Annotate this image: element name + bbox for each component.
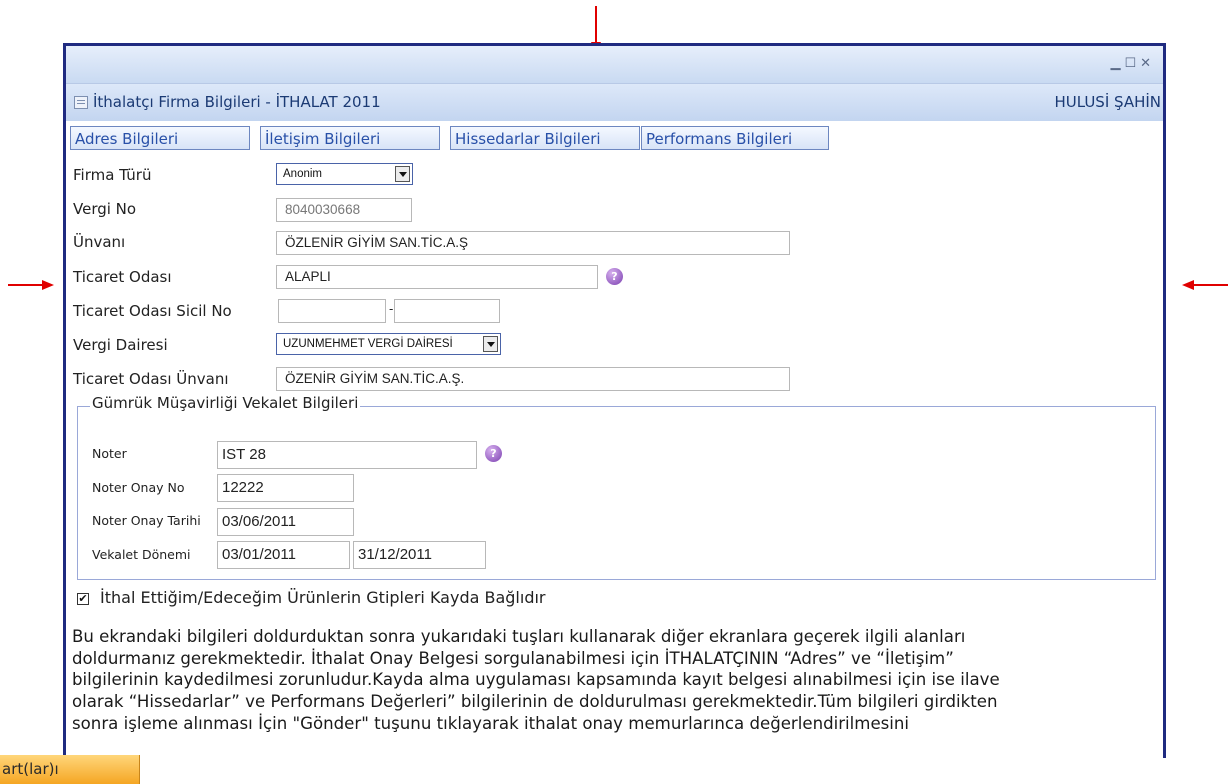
maximize-icon[interactable]: ☐ — [1124, 56, 1140, 71]
window-top-bar: ▁☐✕ — [66, 46, 1163, 83]
vekalet-donemi-label: Vekalet Dönemi — [92, 547, 191, 562]
title-bar: İthalatçı Firma Bilgileri - İTHALAT 2011… — [66, 83, 1163, 121]
tab-iletisim-bilgileri[interactable]: İletişim Bilgileri — [260, 126, 440, 150]
vergi-dairesi-select[interactable]: UZUNMEHMET VERGİ DAİRESİ — [276, 333, 501, 355]
tab-hissedarlar-bilgileri[interactable]: Hissedarlar Bilgileri — [450, 126, 640, 150]
vekalet-donemi-start[interactable]: 03/01/2011 — [217, 541, 350, 569]
help-icon[interactable]: ? — [606, 268, 623, 285]
help-icon[interactable]: ? — [485, 445, 502, 462]
info-line: olarak “Hissedarlar” ve Performans Değer… — [72, 692, 998, 712]
noter-field[interactable]: IST 28 — [217, 441, 477, 469]
gtip-checkbox-label: İthal Ettiğim/Edeceğim Ürünlerin Gtipler… — [100, 588, 546, 607]
vergi-no-label: Vergi No — [73, 200, 137, 218]
info-line: doldurmanız gerekmektedir. İthalat Onay … — [72, 648, 954, 668]
info-line: bilgilerinin kaydedilmesi zorunludur.Kay… — [72, 670, 1000, 690]
chevron-down-icon[interactable] — [395, 166, 410, 182]
unvani-field[interactable]: ÖZLENİR GİYİM SAN.TİC.A.Ş — [276, 231, 790, 255]
minimize-icon[interactable]: ▁ — [1110, 56, 1124, 71]
window-icon — [74, 96, 88, 109]
vergi-dairesi-label: Vergi Dairesi — [73, 336, 168, 354]
noter-onay-tarihi-label: Noter Onay Tarihi — [92, 513, 201, 528]
sicil-no-field-1[interactable] — [278, 299, 386, 323]
vergi-no-field[interactable]: 8040030668 — [276, 198, 412, 222]
sicil-no-label: Ticaret Odası Sicil No — [73, 302, 232, 320]
noter-onay-no-field[interactable]: 12222 — [217, 474, 354, 502]
noter-label: Noter — [92, 446, 127, 461]
oda-unvani-field[interactable]: ÖZENİR GİYİM SAN.TİC.A.Ş. — [276, 367, 790, 391]
vergi-dairesi-value: UZUNMEHMET VERGİ DAİRESİ — [283, 338, 453, 350]
unvani-label: Ünvanı — [73, 233, 126, 251]
taskbar-button[interactable]: art(lar)ı — [0, 755, 140, 784]
firma-turu-select[interactable]: Anonim — [276, 163, 413, 185]
tab-adres-bilgileri[interactable]: Adres Bilgileri — [70, 126, 250, 150]
ticaret-odasi-field[interactable]: ALAPLI — [276, 265, 598, 289]
annotation-arrow-left-icon — [1182, 280, 1228, 290]
firma-turu-label: Firma Türü — [73, 166, 152, 184]
annotation-arrow-right-icon — [8, 280, 54, 290]
info-paragraph: Bu ekrandaki bilgileri doldurduktan sonr… — [72, 626, 1152, 735]
chevron-down-icon[interactable] — [483, 336, 498, 352]
close-icon[interactable]: ✕ — [1140, 56, 1155, 71]
ticaret-odasi-label: Ticaret Odası — [73, 268, 172, 286]
window-title: İthalatçı Firma Bilgileri - İTHALAT 2011 — [93, 93, 381, 111]
user-name: HULUSİ ŞAHİN — [1054, 93, 1161, 111]
noter-onay-tarihi-field[interactable]: 03/06/2011 — [217, 508, 354, 536]
vekalet-legend: Gümrük Müşavirliği Vekalet Bilgileri — [90, 394, 361, 412]
app-window: ▁☐✕ İthalatçı Firma Bilgileri - İTHALAT … — [63, 43, 1166, 758]
oda-unvani-label: Ticaret Odası Ünvanı — [73, 370, 229, 388]
tab-performans-bilgileri[interactable]: Performans Bilgileri — [641, 126, 829, 150]
noter-onay-no-label: Noter Onay No — [92, 480, 185, 495]
firma-turu-value: Anonim — [283, 168, 322, 180]
sicil-no-separator: - — [389, 302, 394, 316]
vekalet-donemi-end[interactable]: 31/12/2011 — [353, 541, 486, 569]
gtip-checkbox[interactable]: ✔ — [77, 593, 89, 605]
info-line: sonra işleme alınması İçin "Gönder" tuşu… — [72, 713, 910, 733]
info-line: Bu ekrandaki bilgileri doldurduktan sonr… — [72, 627, 966, 646]
sicil-no-field-2[interactable] — [394, 299, 500, 323]
window-controls: ▁☐✕ — [1110, 56, 1155, 71]
